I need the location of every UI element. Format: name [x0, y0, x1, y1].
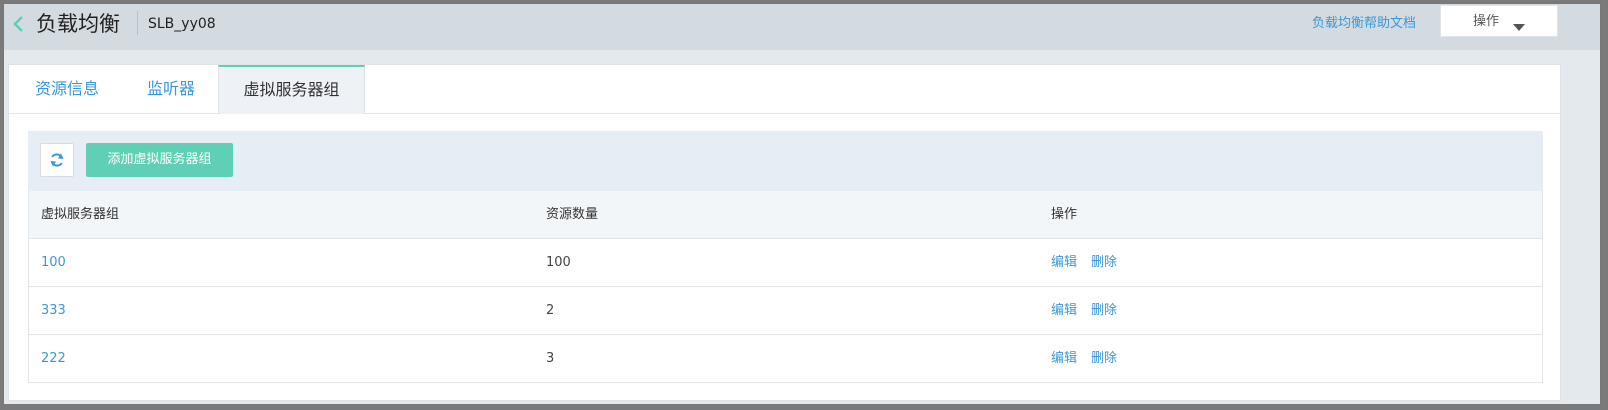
title-divider — [137, 11, 138, 35]
group-name-link[interactable]: 222 — [41, 335, 66, 382]
delete-link[interactable]: 删除 — [1091, 255, 1117, 270]
operations-dropdown[interactable]: 操作 — [1440, 5, 1558, 37]
group-name-link[interactable]: 100 — [41, 239, 66, 286]
instance-name: SLB_yy08 — [148, 16, 216, 32]
edit-link[interactable]: 编辑 — [1051, 303, 1077, 318]
edit-link[interactable]: 编辑 — [1051, 351, 1077, 366]
group-name-link[interactable]: 333 — [41, 287, 66, 334]
detail-panel: 资源信息 监听器 虚拟服务器组 添加虚拟服务器组 虚拟服务器组 资源数量 操作 … — [8, 64, 1561, 401]
table-header: 虚拟服务器组 资源数量 操作 — [29, 191, 1542, 239]
table-row: 222 3 编辑 删除 — [29, 335, 1542, 382]
delete-link[interactable]: 删除 — [1091, 351, 1117, 366]
column-header-count: 资源数量 — [546, 207, 599, 222]
app-window: 负载均衡 SLB_yy08 负载均衡帮助文档 操作 资源信息 监听器 虚拟服务器… — [3, 3, 1601, 405]
column-header-group: 虚拟服务器组 — [41, 207, 120, 222]
tab-virtual-server-groups[interactable]: 虚拟服务器组 — [218, 65, 365, 114]
edit-link[interactable]: 编辑 — [1051, 255, 1077, 270]
operations-dropdown-label: 操作 — [1473, 14, 1500, 29]
help-doc-link[interactable]: 负载均衡帮助文档 — [1312, 12, 1416, 36]
page-title: 负载均衡 — [36, 12, 120, 36]
virtual-server-group-table: 虚拟服务器组 资源数量 操作 100 100 编辑删除 333 2 编辑删除 — [28, 191, 1543, 383]
chevron-left-icon[interactable] — [10, 13, 30, 35]
resource-count: 100 — [546, 255, 571, 270]
tab-listeners[interactable]: 监听器 — [125, 65, 217, 113]
add-virtual-server-group-button[interactable]: 添加虚拟服务器组 — [86, 143, 233, 177]
delete-link[interactable]: 删除 — [1091, 303, 1117, 318]
column-header-actions: 操作 — [1051, 207, 1078, 222]
table-row: 333 2 编辑 删除 — [29, 287, 1542, 335]
tab-bar: 资源信息 监听器 虚拟服务器组 — [9, 65, 1560, 114]
table-row: 100 100 编辑 删除 — [29, 239, 1542, 287]
tab-resource-info[interactable]: 资源信息 — [9, 65, 125, 113]
content-area: 资源信息 监听器 虚拟服务器组 添加虚拟服务器组 虚拟服务器组 资源数量 操作 … — [4, 50, 1600, 404]
page-header: 负载均衡 SLB_yy08 负载均衡帮助文档 操作 — [4, 4, 1600, 50]
resource-count: 3 — [546, 351, 555, 366]
refresh-button[interactable] — [40, 143, 74, 177]
table-toolbar: 添加虚拟服务器组 — [28, 131, 1543, 191]
resource-count: 2 — [546, 303, 555, 318]
caret-down-icon — [1513, 17, 1525, 36]
refresh-icon — [50, 153, 64, 167]
